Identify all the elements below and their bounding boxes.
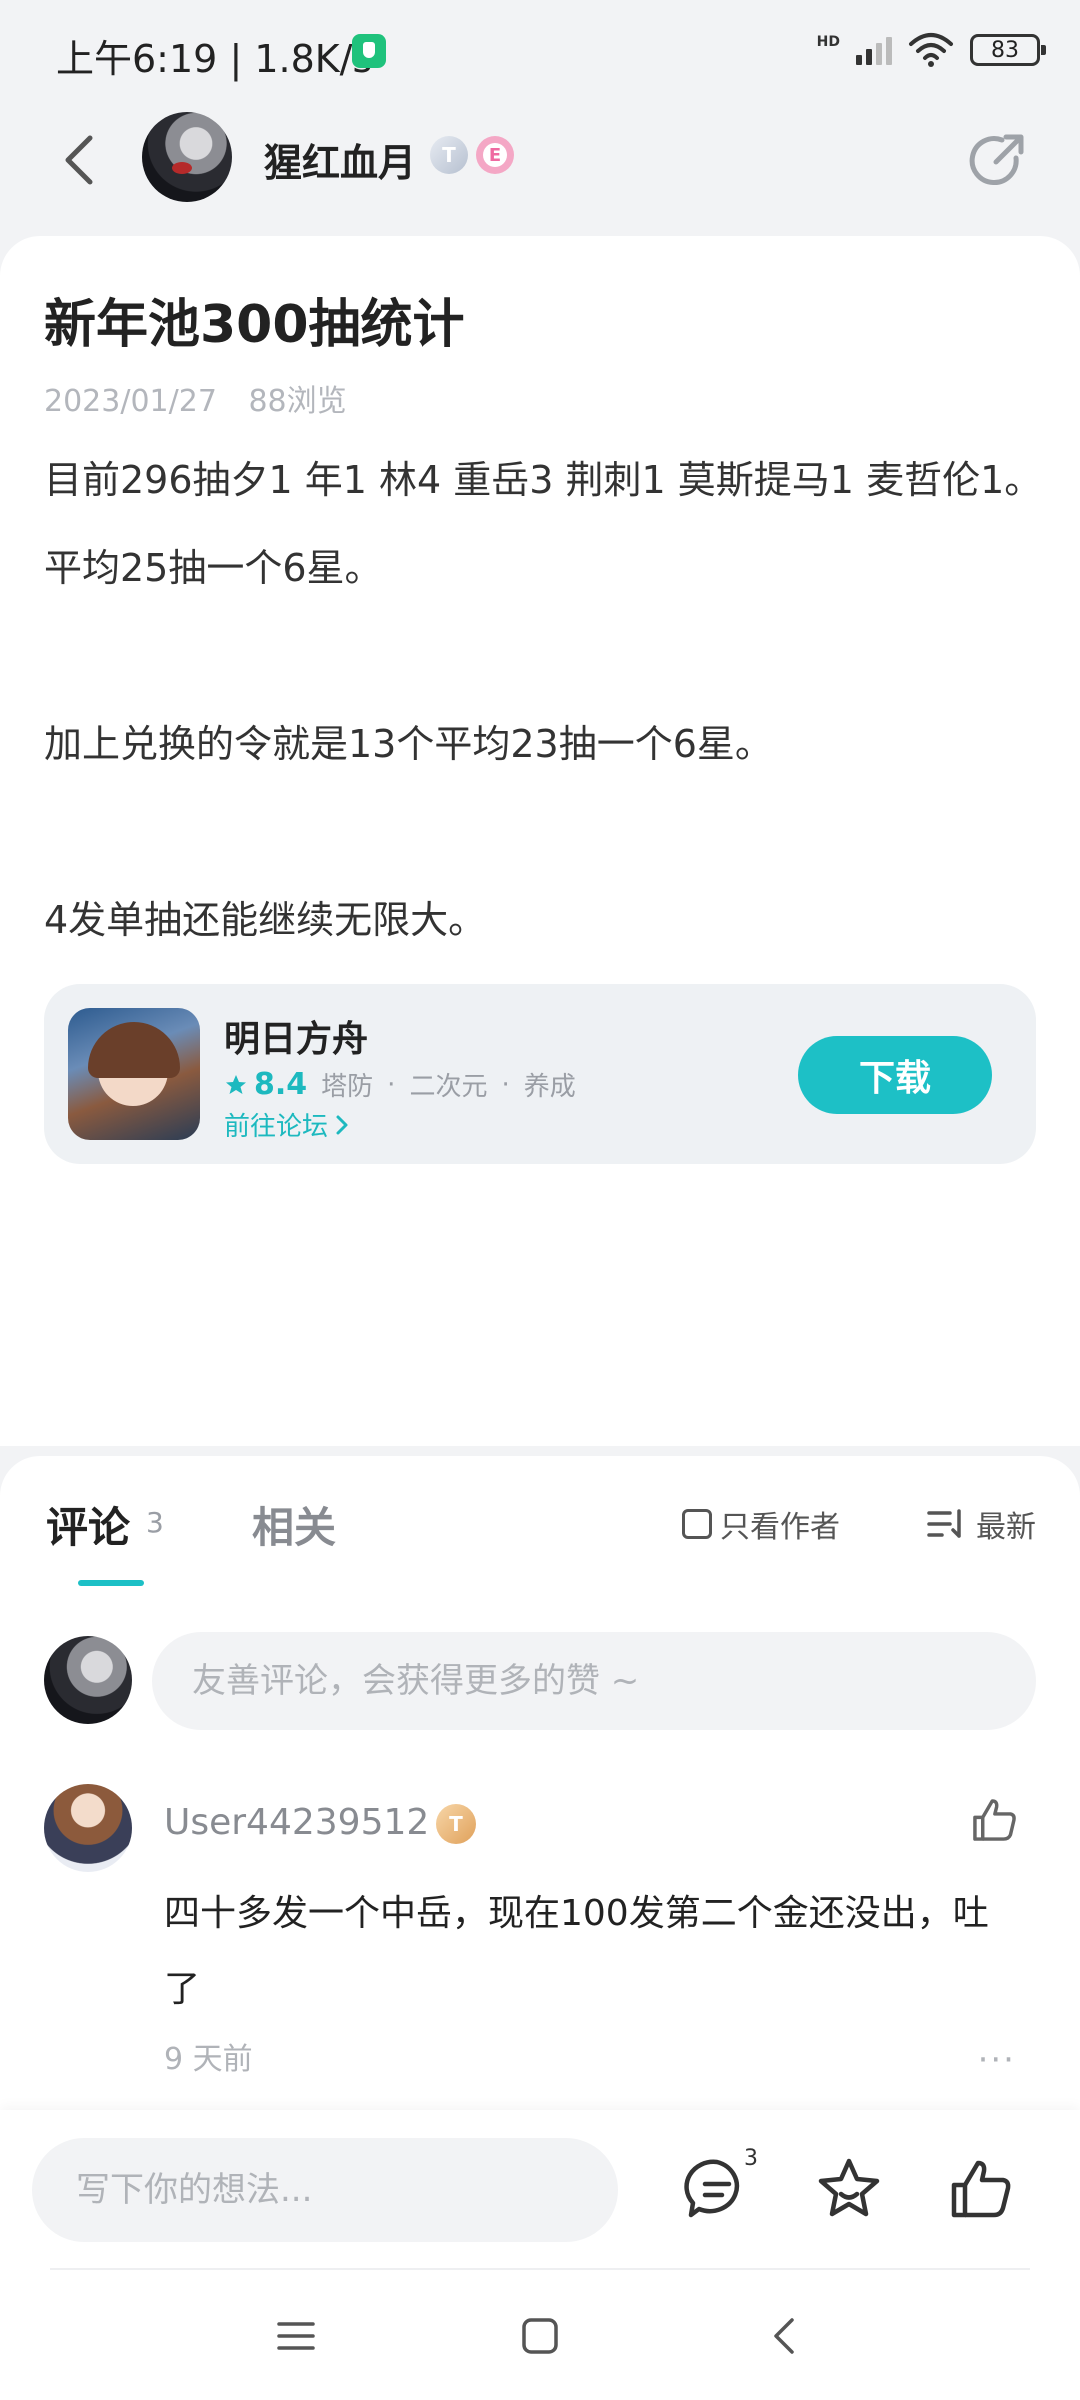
battery-level: 83 bbox=[991, 37, 1019, 63]
comment-text: 四十多发一个中岳，现在100发第二个金还没出，吐了 bbox=[164, 1893, 989, 2010]
post-paragraph: 加上兑换的令就是13个平均23抽一个6星。 bbox=[44, 722, 773, 766]
post-paragraph: 4发单抽还能继续无限大。 bbox=[44, 898, 487, 942]
sort-icon bbox=[927, 1509, 961, 1538]
current-user-avatar bbox=[44, 1636, 132, 1724]
clock: 上午6:19 bbox=[56, 37, 218, 81]
sort-label: 最新 bbox=[976, 1510, 1036, 1545]
wifi-icon bbox=[909, 33, 953, 67]
download-button[interactable]: 下载 bbox=[798, 1036, 992, 1114]
author-only-toggle[interactable]: 只看作者 bbox=[682, 1502, 840, 1546]
comment-time: 9 天前 bbox=[164, 2042, 253, 2077]
status-indicators: HD 83 bbox=[816, 28, 1046, 72]
post-blank-line bbox=[44, 612, 1044, 700]
game-card[interactable]: 明日方舟 8.4 塔防 · 二次元 · 养成 前往论坛 下载 bbox=[44, 984, 1036, 1164]
game-icon[interactable] bbox=[68, 1008, 200, 1140]
recent-apps-button[interactable] bbox=[266, 2306, 326, 2366]
system-nav-bar bbox=[0, 2276, 1080, 2400]
chevron-left-icon bbox=[65, 135, 93, 185]
game-info: 8.4 塔防 · 二次元 · 养成 bbox=[224, 1066, 576, 1103]
game-tag: 塔防 bbox=[321, 1072, 374, 1102]
author-avatar[interactable] bbox=[142, 112, 232, 202]
commenter-name[interactable]: User44239512 bbox=[164, 1802, 429, 1843]
game-tag: 二次元 bbox=[409, 1072, 488, 1102]
status-bar: 上午6:19 | 1.8K/s HD 83 bbox=[0, 0, 1080, 100]
comment-input[interactable] bbox=[152, 1632, 1036, 1730]
post-title: 新年池300抽统计 bbox=[44, 295, 465, 355]
thumbs-up-icon[interactable] bbox=[946, 2154, 1016, 2224]
medal-badge: E bbox=[476, 136, 514, 174]
bottom-bar: 3 bbox=[0, 2110, 1080, 2400]
nav-divider bbox=[50, 2268, 1030, 2270]
status-time: 上午6:19 | 1.8K/s bbox=[56, 37, 373, 81]
post-views: 88浏览 bbox=[248, 384, 347, 419]
square-icon bbox=[522, 2318, 558, 2354]
comment-like-icon[interactable] bbox=[968, 1794, 1020, 1846]
chevron-right-icon bbox=[336, 1115, 348, 1134]
reply-input[interactable] bbox=[32, 2138, 618, 2242]
author-only-label: 只看作者 bbox=[720, 1510, 840, 1545]
menu-icon bbox=[277, 2322, 315, 2350]
share-icon[interactable] bbox=[966, 128, 1030, 192]
tab-comments[interactable]: 评论 bbox=[46, 1494, 130, 1555]
post-blank-line bbox=[44, 788, 1044, 876]
home-button[interactable] bbox=[510, 2306, 570, 2366]
post-date: 2023/01/27 bbox=[44, 384, 217, 419]
bottom-comment-count: 3 bbox=[744, 2146, 758, 2171]
back-button[interactable] bbox=[50, 130, 110, 190]
comments-panel: 评论 3 相关 只看作者 最新 User44239512 T 四十多发一个中岳，… bbox=[0, 1456, 1080, 2116]
signal-icon bbox=[856, 35, 892, 65]
author-name[interactable]: 猩红血月 bbox=[264, 132, 416, 187]
tab-active-indicator bbox=[78, 1580, 144, 1586]
level-badge: T bbox=[430, 136, 468, 174]
forum-link[interactable]: 前往论坛 bbox=[224, 1106, 350, 1143]
post-header: 猩红血月 T E bbox=[0, 100, 1080, 240]
post-card: 新年池300抽统计 2023/01/27 88浏览 目前296抽夕1 年1 林4… bbox=[0, 236, 1080, 1446]
commenter-level-badge: T bbox=[436, 1804, 476, 1844]
more-options-icon[interactable]: ··· bbox=[978, 2040, 1016, 2080]
game-tag: 养成 bbox=[523, 1072, 576, 1102]
hd-indicator: HD bbox=[816, 34, 840, 50]
game-rating: 8.4 bbox=[254, 1067, 308, 1102]
comment-icon[interactable] bbox=[682, 2154, 752, 2224]
battery-icon: 83 bbox=[970, 34, 1046, 66]
rating-star-icon bbox=[226, 1074, 246, 1094]
checkbox-icon bbox=[682, 1509, 712, 1539]
star-icon[interactable] bbox=[814, 2154, 884, 2224]
system-back-button[interactable] bbox=[754, 2306, 814, 2366]
comment-count: 3 bbox=[146, 1506, 164, 1539]
game-name: 明日方舟 bbox=[224, 1019, 369, 1060]
forum-link-label: 前往论坛 bbox=[224, 1112, 329, 1142]
post-meta: 2023/01/27 88浏览 bbox=[44, 376, 347, 420]
chevron-left-icon bbox=[774, 2318, 794, 2354]
sort-button[interactable]: 最新 bbox=[926, 1502, 1036, 1546]
medal-badge-letter: E bbox=[483, 143, 507, 167]
tab-related[interactable]: 相关 bbox=[252, 1494, 336, 1555]
post-paragraph: 目前296抽夕1 年1 林4 重岳3 荆刺1 莫斯提马1 麦哲伦1。平均25抽一… bbox=[44, 458, 1043, 590]
commenter-avatar[interactable] bbox=[44, 1784, 132, 1872]
security-shield-icon bbox=[352, 34, 386, 68]
post-body: 目前296抽夕1 年1 林4 重岳3 荆刺1 莫斯提马1 麦哲伦1。平均25抽一… bbox=[44, 436, 1044, 964]
